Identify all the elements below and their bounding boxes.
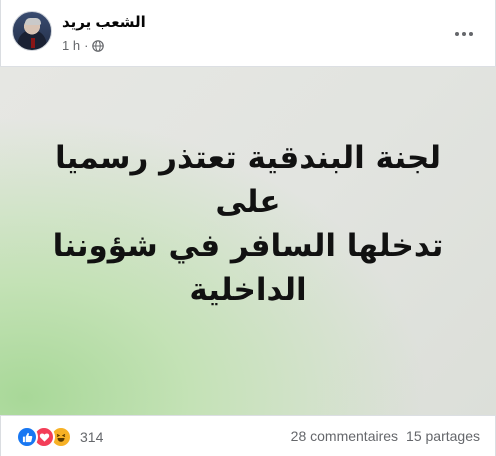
- post-time[interactable]: 1 h: [62, 38, 80, 53]
- page-avatar[interactable]: [12, 11, 52, 51]
- post-text-line-1: لجنة البندقية تعتذر رسميا على: [54, 140, 441, 220]
- like-icon: [16, 426, 38, 448]
- more-options-icon: [455, 32, 459, 36]
- post-card: الشعب يريد 1 h · لجنة البندقية تعتذر رسم…: [0, 0, 496, 456]
- page-name-link[interactable]: الشعب يريد: [62, 13, 146, 31]
- comments-count-link[interactable]: 28 commentaires: [291, 428, 398, 444]
- reactions-summary[interactable]: 314: [16, 426, 103, 448]
- post-image-text: لجنة البندقية تعتذر رسميا على تدخلها الس…: [20, 136, 476, 312]
- post-meta: 1 h ·: [62, 38, 105, 53]
- shares-count-link[interactable]: 15 partages: [406, 428, 480, 444]
- post-text-line-2: تدخلها السافر في شؤوننا الداخلية: [52, 228, 444, 308]
- reaction-count: 314: [80, 429, 104, 445]
- globe-icon: [92, 39, 105, 52]
- engagement-counts: 28 commentaires 15 partages: [291, 428, 480, 444]
- meta-separator: ·: [84, 38, 89, 53]
- more-options-button[interactable]: [452, 22, 476, 46]
